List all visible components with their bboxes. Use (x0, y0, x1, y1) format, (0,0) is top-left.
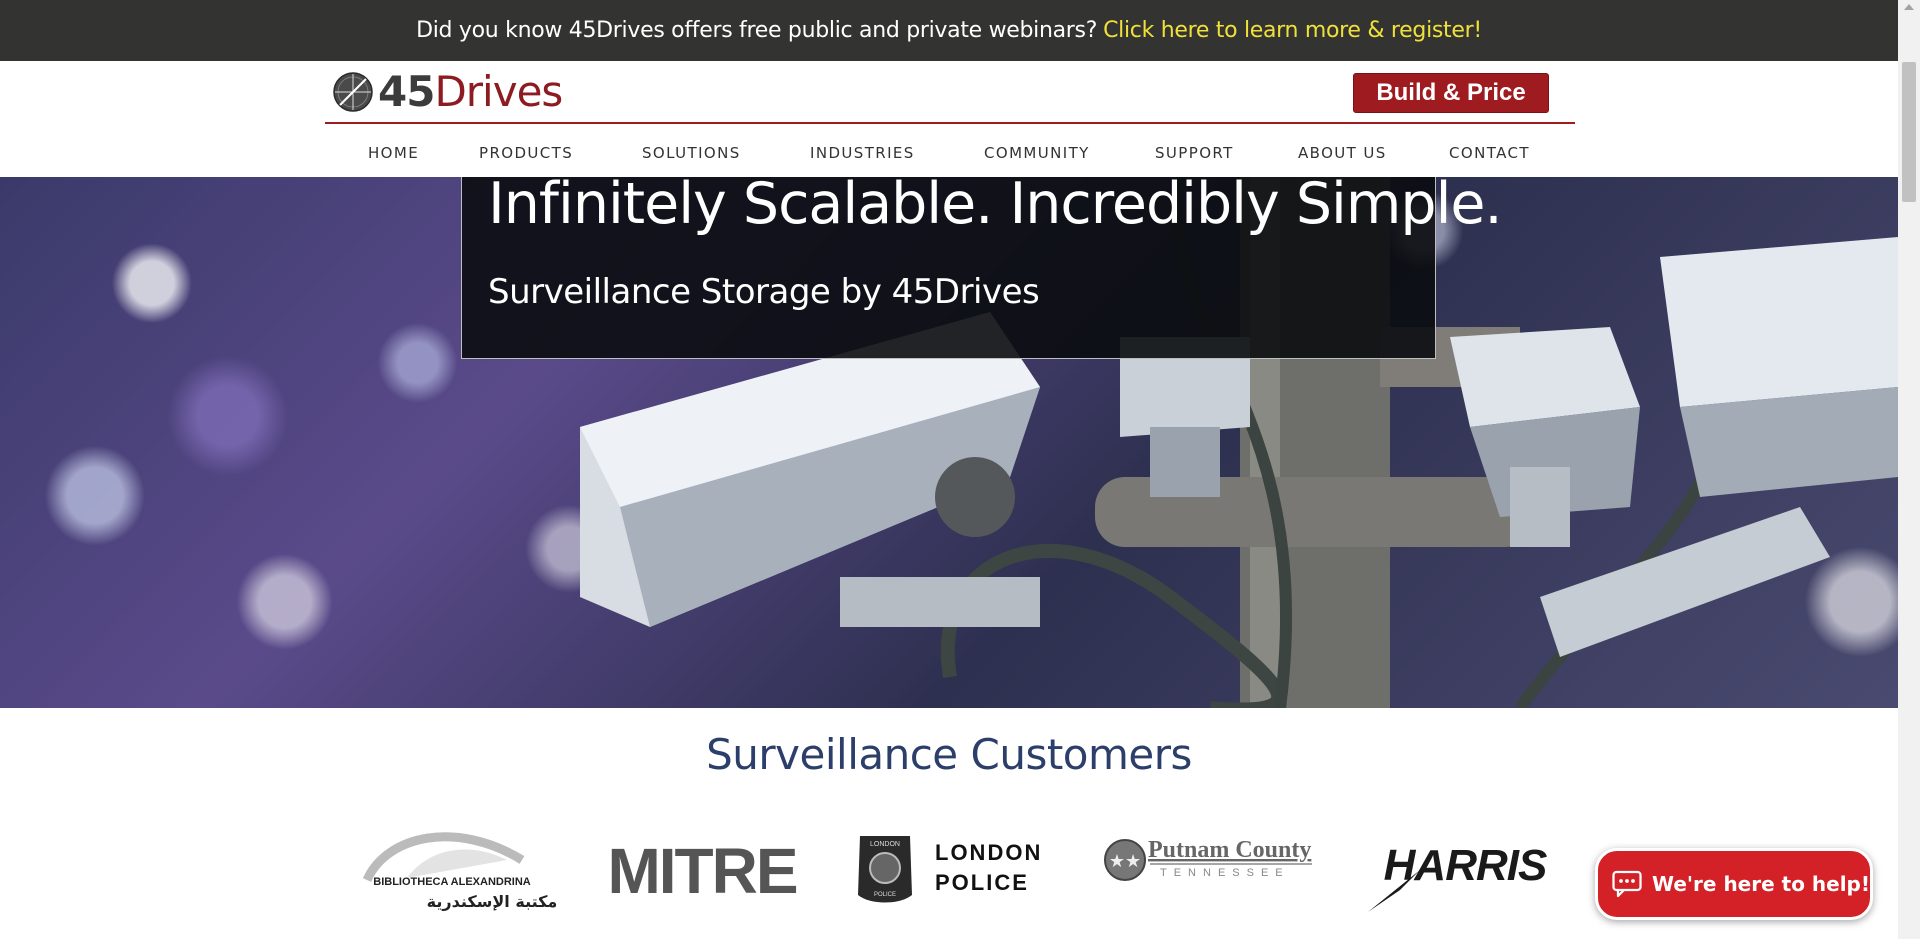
header-divider (325, 122, 1575, 124)
page: Did you know 45Drives offers free public… (0, 0, 1898, 939)
london-police-logo: LONDON POLICE LONDON POLICE (858, 836, 1042, 903)
svg-text:مكتبة الإسكندرية: مكتبة الإسكندرية (427, 892, 557, 911)
chat-help-button[interactable]: We're here to help! (1595, 848, 1873, 920)
logo-mark-icon (333, 72, 373, 112)
svg-text:POLICE: POLICE (935, 870, 1029, 895)
logo[interactable]: 45Drives (332, 67, 563, 117)
svg-text:LONDON: LONDON (870, 841, 900, 848)
webinar-register-link[interactable]: Click here to learn more & register! (1103, 18, 1482, 43)
build-and-price-button[interactable]: Build & Price (1353, 73, 1549, 113)
svg-text:TENNESSEE: TENNESSEE (1160, 867, 1290, 879)
logo-number: 45 (378, 67, 435, 116)
nav-solutions[interactable]: SOLUTIONS (642, 135, 741, 171)
hero-subtitle: Surveillance Storage by 45Drives (488, 272, 1040, 312)
hero-caption-box: Infinitely Scalable. Incredibly Simple. … (461, 177, 1503, 359)
bibliotheca-alexandrina-logo: BIBLIOTHECA ALEXANDRINA مكتبة الإسكندرية (362, 832, 557, 911)
svg-text:HARRIS: HARRIS (1384, 841, 1547, 890)
chat-bubble-icon (1612, 870, 1642, 898)
svg-text:BIBLIOTHECA ALEXANDRINA: BIBLIOTHECA ALEXANDRINA (373, 876, 531, 888)
svg-text:MITRE: MITRE (607, 835, 796, 907)
announcement-bar: Did you know 45Drives offers free public… (0, 0, 1898, 61)
customers-title: Surveillance Customers (706, 730, 1192, 779)
page-scrollbar[interactable] (1898, 0, 1920, 939)
nav-contact[interactable]: CONTACT (1449, 135, 1530, 171)
putnam-county-logo: ★★ Putnam County TENNESSEE (1104, 837, 1312, 881)
customer-logos: BIBLIOTHECA ALEXANDRINA مكتبة الإسكندرية… (330, 820, 1580, 920)
site-header: 45Drives Build & Price HOME PRODUCTS SOL… (0, 61, 1898, 177)
svg-text:Putnam County: Putnam County (1148, 837, 1311, 863)
nav-support[interactable]: SUPPORT (1155, 135, 1234, 171)
svg-text:LONDON: LONDON (935, 840, 1042, 865)
hero-banner: Infinitely Scalable. Incredibly Simple. … (0, 177, 1898, 708)
scrollbar-thumb[interactable] (1902, 62, 1916, 202)
mitre-logo: MITRE (607, 835, 798, 907)
harris-logo: HARRIS (1368, 841, 1548, 912)
announcement-text: Did you know 45Drives offers free public… (416, 18, 1098, 43)
nav-products[interactable]: PRODUCTS (479, 135, 573, 171)
nav-industries[interactable]: INDUSTRIES (810, 135, 915, 171)
svg-text:POLICE: POLICE (874, 892, 896, 898)
nav-community[interactable]: COMMUNITY (984, 135, 1090, 171)
nav-home[interactable]: HOME (368, 135, 419, 171)
logo-word: Drives (434, 67, 563, 116)
svg-text:★★: ★★ (1109, 851, 1141, 872)
hero-title: Infinitely Scalable. Incredibly Simple. (488, 177, 1503, 237)
main-nav: HOME PRODUCTS SOLUTIONS INDUSTRIES COMMU… (325, 135, 1575, 171)
chat-label: We're here to help! (1652, 872, 1870, 896)
scroll-up-arrow-icon[interactable] (1904, 4, 1914, 10)
nav-about-us[interactable]: ABOUT US (1298, 135, 1387, 171)
